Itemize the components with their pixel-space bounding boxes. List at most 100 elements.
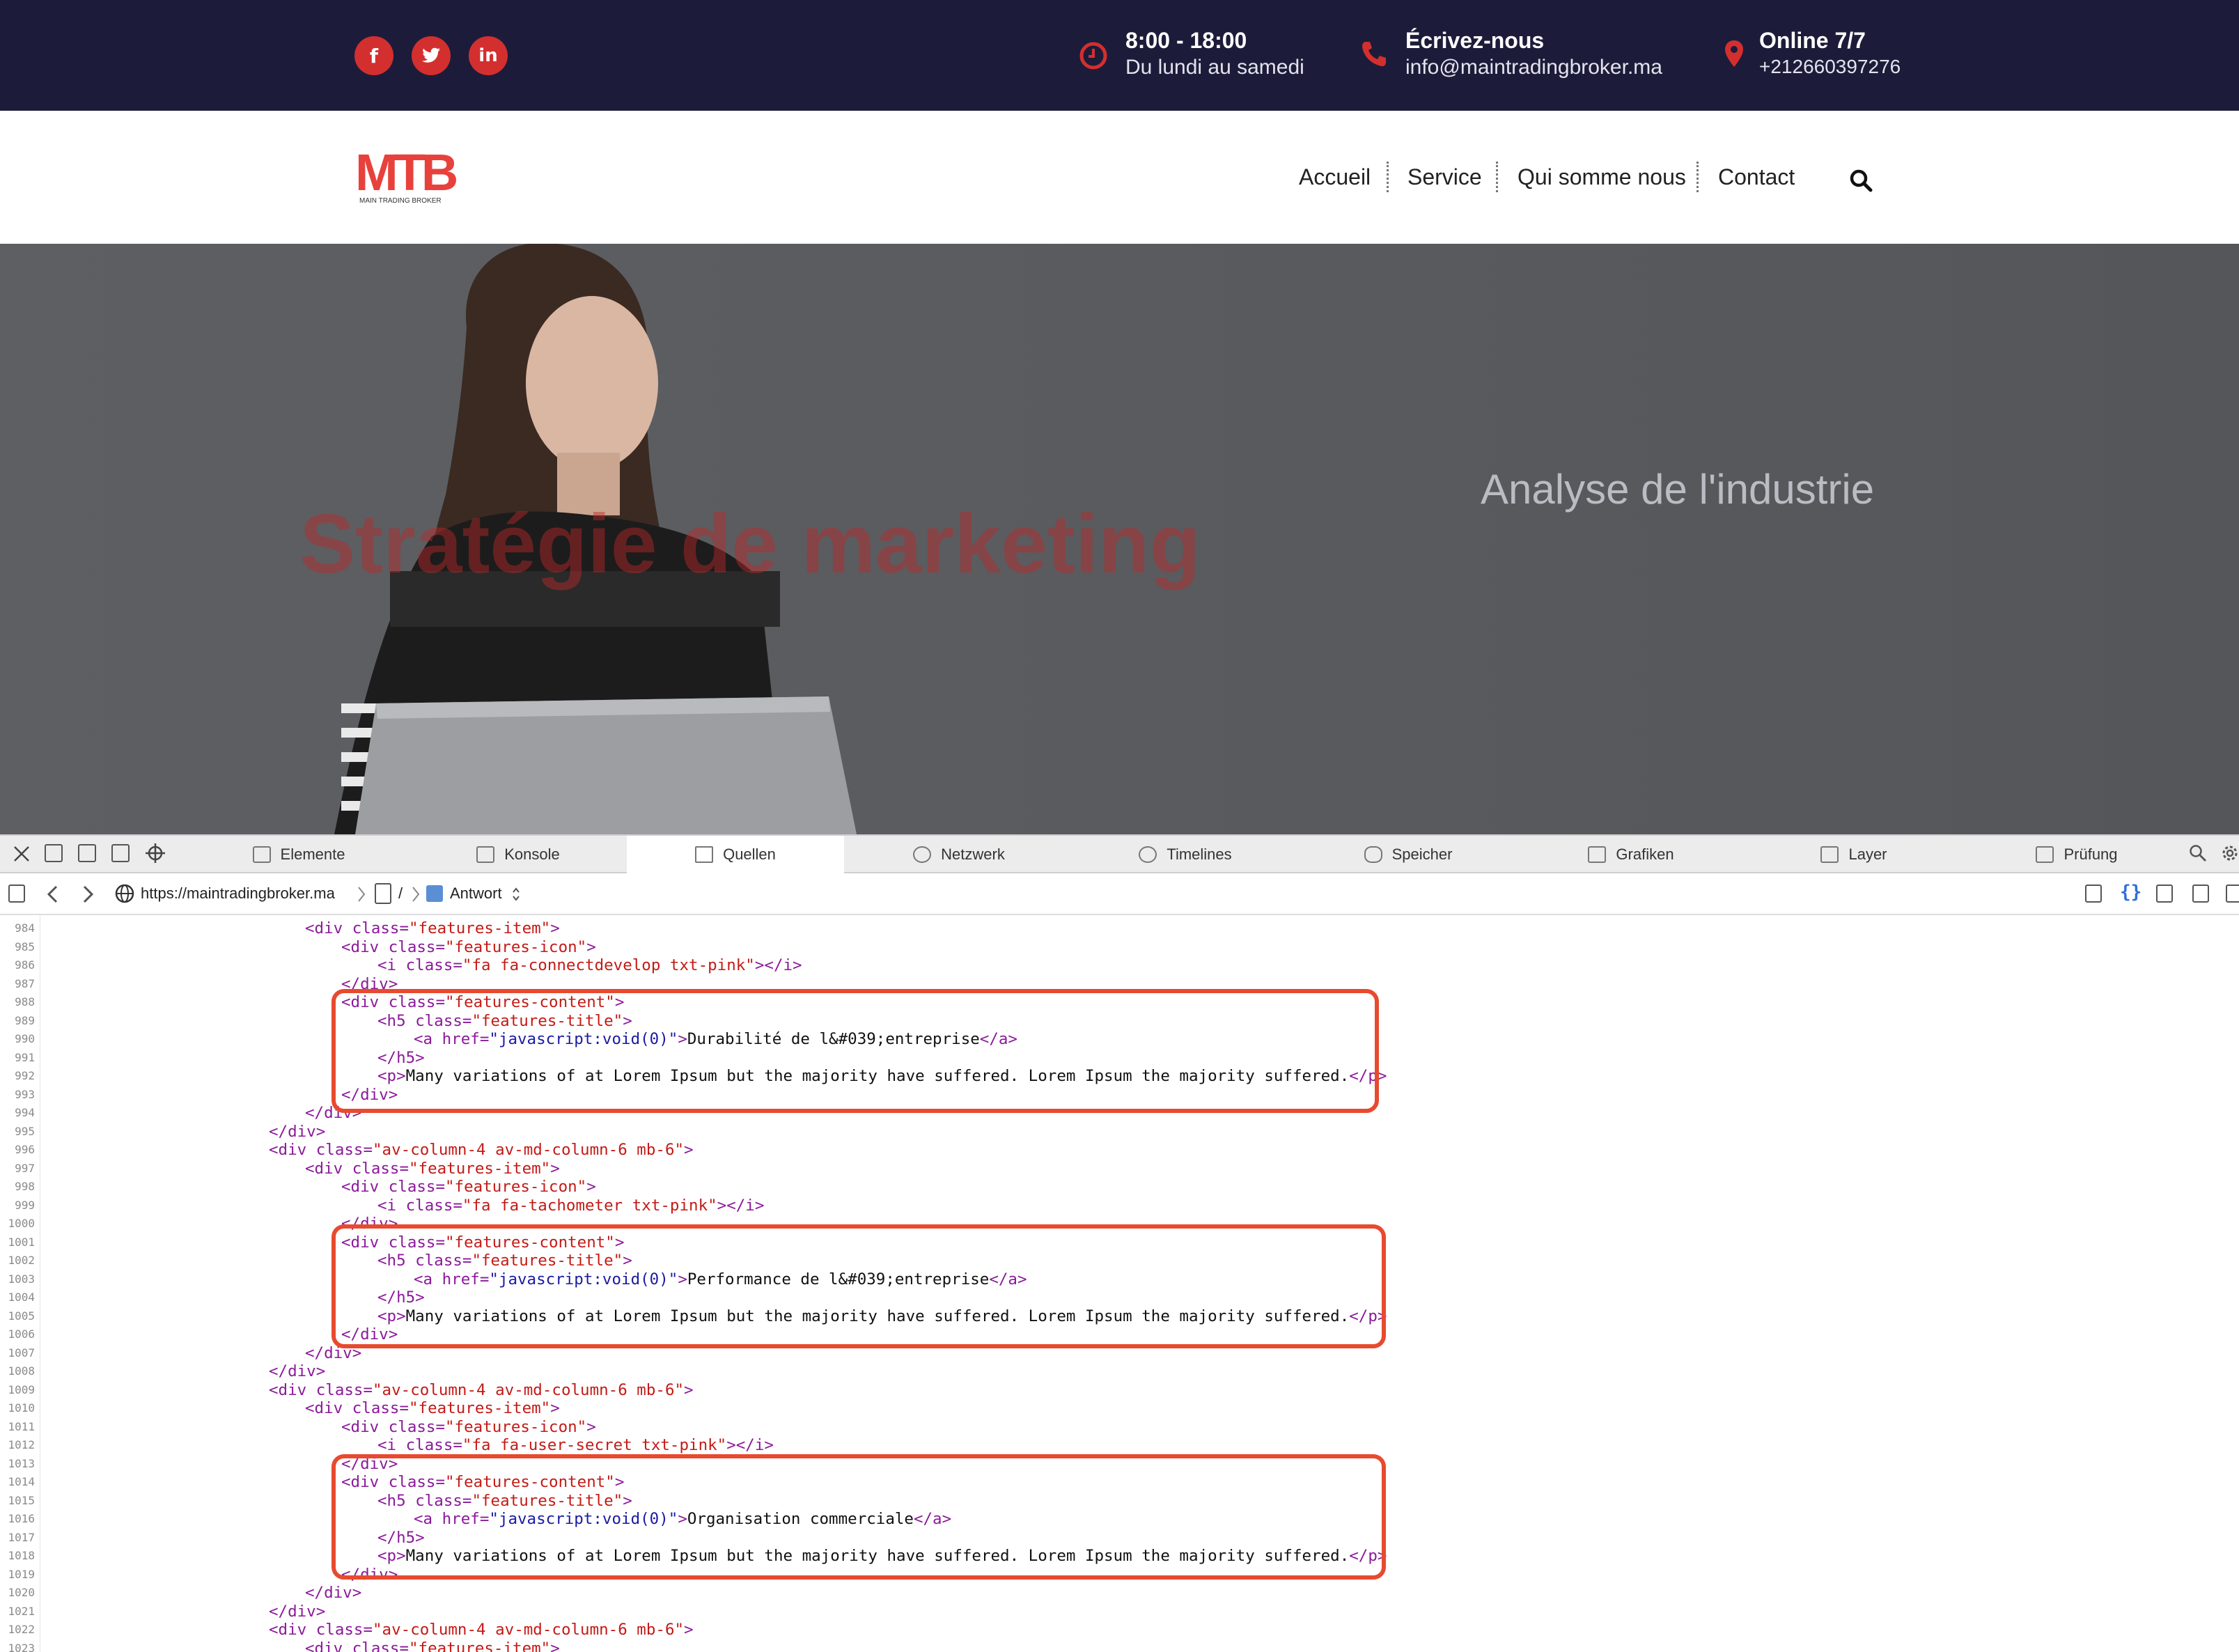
type-view-icon[interactable] [2156, 885, 2173, 903]
tab-quellen[interactable]: Quellen [627, 836, 844, 873]
code-line: <div class="av-column-4 av-md-column-6 m… [269, 1141, 694, 1159]
tab-konsole[interactable]: Konsole [409, 836, 627, 873]
element-picker-icon[interactable] [145, 843, 166, 864]
hero-caption-left: Stratégie de marketing [299, 497, 1201, 591]
breadcrumb-chevron-icon [412, 887, 420, 902]
tab-netzwerk[interactable]: Netzwerk [844, 836, 1074, 873]
nav-item-contact[interactable]: Contact [1718, 164, 1795, 190]
tab-label: Quellen [723, 846, 776, 863]
phone-icon [1362, 42, 1386, 67]
chevron-left-icon[interactable] [46, 885, 60, 904]
nav-divider [1496, 162, 1498, 192]
path-root[interactable]: / [398, 885, 403, 903]
search-icon[interactable] [2188, 843, 2208, 863]
nav-item-qui-somme-nous[interactable]: Qui somme nous [1518, 164, 1686, 190]
line-number: 1002 [8, 1254, 35, 1267]
settings-gear-icon[interactable] [2220, 843, 2239, 863]
source-file-icon [375, 883, 391, 904]
chevron-right-icon[interactable] [81, 885, 95, 904]
coverage-icon[interactable] [2192, 885, 2209, 903]
line-number: 1008 [8, 1364, 35, 1378]
nav-divider [1696, 162, 1699, 192]
detach-window-icon[interactable] [111, 844, 130, 862]
line-number: 990 [15, 1032, 35, 1045]
line-number: 987 [15, 976, 35, 990]
search-icon[interactable] [1849, 169, 1873, 192]
dock-bottom-icon[interactable] [45, 844, 63, 862]
location-pin-icon [1725, 40, 1743, 67]
toggle-navigation-sidebar-icon[interactable] [8, 885, 25, 903]
line-number: 989 [15, 1013, 35, 1027]
code-line: <i class="fa fa-user-secret txt-pink"></… [377, 1436, 774, 1454]
line-number: 1010 [8, 1401, 35, 1415]
source-code-viewer[interactable]: 984 985 986 987 988 989 990 991 992 993 994 995 996 9… [0, 915, 2239, 1652]
line-number: 1004 [8, 1291, 35, 1304]
highlight-box [331, 1454, 1386, 1580]
line-number: 988 [15, 995, 35, 1008]
line-number: 985 [15, 940, 35, 953]
logo-subtitle: MAIN TRADING BROKER [359, 197, 442, 205]
tab-label: Elemente [280, 846, 345, 863]
source-path-bar [0, 873, 2239, 915]
line-number: 1015 [8, 1493, 35, 1507]
line-number: 998 [15, 1180, 35, 1193]
line-number: 1001 [8, 1235, 35, 1249]
line-number: 993 [15, 1087, 35, 1101]
line-number: 1023 [8, 1641, 35, 1652]
code-line: <div class="av-column-4 av-md-column-6 m… [269, 1380, 694, 1399]
contact-email[interactable]: info@maintradingbroker.ma [1405, 56, 1662, 79]
line-number: 1009 [8, 1382, 35, 1396]
linkedin-icon[interactable]: in [469, 36, 508, 75]
line-number: 1021 [8, 1604, 35, 1618]
hero-caption-right: Analyse de l'industrie [1481, 466, 1875, 513]
code-line: </div> [269, 1602, 326, 1621]
selector-arrows-icon[interactable] [511, 886, 521, 903]
code-line: <div class="features-item"> [305, 1159, 560, 1178]
code-line: <div class="features-item"> [305, 1639, 560, 1652]
code-line: </div> [269, 1362, 326, 1380]
line-number: 1016 [8, 1512, 35, 1525]
tab-label: Netzwerk [941, 846, 1005, 863]
line-number: 1003 [8, 1272, 35, 1286]
tab-timelines[interactable]: Timelines [1074, 836, 1297, 873]
code-line: <div class="features-icon"> [341, 1417, 596, 1436]
path-url[interactable]: https://maintradingbroker.ma [141, 885, 335, 903]
tab-pruefung[interactable]: Prüfung [1965, 836, 2188, 873]
tab-label: Grafiken [1616, 846, 1674, 863]
twitter-icon[interactable] [412, 36, 451, 75]
phone-number[interactable]: +212660397276 [1759, 56, 1901, 78]
facebook-icon[interactable]: f [354, 36, 393, 75]
tab-layer[interactable]: Layer [1742, 836, 1965, 873]
console-tab-icon [476, 846, 495, 863]
line-number: 1018 [8, 1549, 35, 1562]
graphics-tab-icon [1588, 846, 1607, 863]
breadcrumb-chevron-icon [358, 887, 366, 902]
code-line: <div class="features-item"> [305, 919, 560, 937]
elements-tab-icon [252, 846, 271, 863]
local-override-icon[interactable] [2085, 885, 2102, 903]
path-response-selector[interactable]: Antwort [450, 885, 502, 903]
layers-tab-icon [1820, 846, 1839, 863]
tab-elemente[interactable]: Elemente [188, 836, 409, 873]
tab-speicher[interactable]: Speicher [1297, 836, 1520, 873]
line-number: 997 [15, 1161, 35, 1175]
line-number: 994 [15, 1106, 35, 1119]
line-number: 1011 [8, 1419, 35, 1433]
code-line: <i class="fa fa-tachometer txt-pink"></i… [377, 1196, 765, 1215]
dock-side-icon[interactable] [78, 844, 96, 862]
tab-label: Konsole [504, 846, 560, 863]
close-devtools-icon[interactable] [13, 845, 31, 863]
pretty-print-icon[interactable]: {} [2120, 882, 2142, 903]
response-download-icon [426, 885, 443, 902]
split-view-icon[interactable] [2226, 885, 2239, 903]
nav-item-service[interactable]: Service [1407, 164, 1482, 190]
tab-grafiken[interactable]: Grafiken [1520, 836, 1742, 873]
site-logo[interactable]: MTB MAIN TRADING BROKER [355, 147, 458, 210]
highlight-box [331, 1224, 1386, 1348]
line-number: 992 [15, 1069, 35, 1082]
highlight-box [331, 989, 1379, 1113]
nav-item-accueil[interactable]: Accueil [1299, 164, 1371, 190]
line-number: 1006 [8, 1327, 35, 1341]
tab-label: Prüfung [2064, 846, 2118, 863]
hours-subtitle: Du lundi au samedi [1125, 56, 1304, 79]
